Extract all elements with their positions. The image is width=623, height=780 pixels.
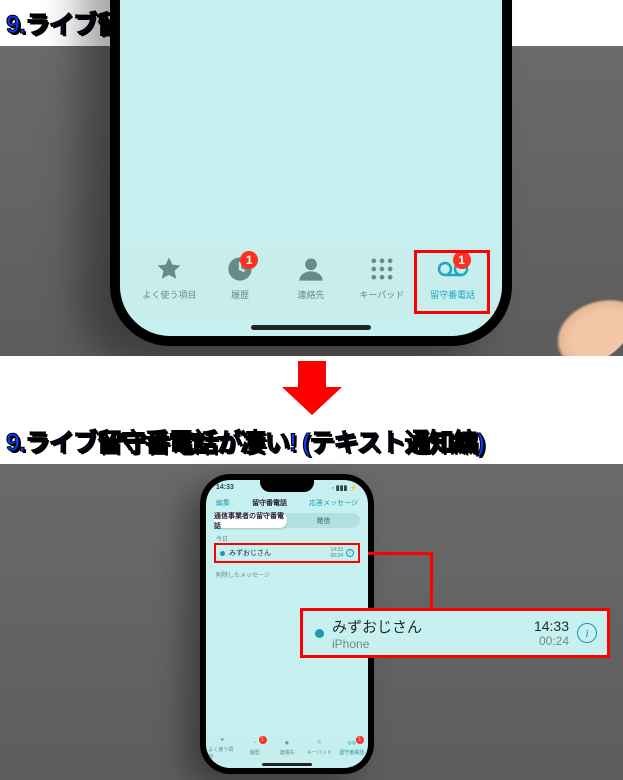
status-icons: ◦ ▮▮▮ ⚡ — [331, 484, 358, 492]
callout-meta: 14:33 00:24 — [534, 618, 569, 648]
tab2-contacts[interactable]: ◉連絡先 — [273, 738, 301, 756]
voicemail-name: みずおじさん — [229, 548, 330, 558]
phone2-tabbar: ★よく使う項目 ◔1履歴 ◉連絡先 ⠿キーパッド ◎◎1留守番電話 — [206, 732, 368, 762]
tab-label: 連絡先 — [297, 288, 324, 301]
person-icon — [295, 253, 327, 285]
section-deleted: 削除したメッセージ — [216, 570, 270, 579]
callout-voicemail-row: みずおじさん iPhone 14:33 00:24 i — [300, 608, 610, 658]
tab2-keypad[interactable]: ⠿キーパッド — [305, 738, 333, 756]
tab-label: 留守番電話 — [339, 749, 364, 756]
tab-label: よく使う項目 — [208, 746, 236, 760]
nav-title: 留守番電話 — [252, 498, 287, 508]
phone-top-screen: よく使う項目 1 履歴 連絡先 — [120, 0, 502, 336]
status-time: 14:33 — [216, 484, 234, 492]
status-bar: 14:33 ◦ ▮▮▮ ⚡ — [216, 484, 358, 492]
tab-favorites[interactable]: よく使う項目 — [137, 253, 201, 301]
callout-name-block: みずおじさん iPhone — [332, 616, 534, 651]
home-indicator[interactable] — [262, 763, 312, 766]
voicemail-meta: 14:33 00:24 — [330, 547, 343, 559]
stage-top: よく使う項目 1 履歴 連絡先 — [0, 46, 623, 356]
keypad-icon — [366, 253, 398, 285]
callout-duration: 00:24 — [539, 634, 569, 648]
unread-dot-icon — [315, 629, 324, 638]
tab-recents[interactable]: 1 履歴 — [208, 253, 272, 301]
nav-bar: 編集 留守番電話 応答メッセージ — [206, 498, 368, 508]
nav-greeting-button[interactable]: 応答メッセージ — [309, 498, 358, 508]
unread-dot-icon — [220, 551, 225, 556]
arrow-gap — [0, 356, 623, 418]
home-indicator[interactable] — [251, 325, 371, 330]
connector-line — [368, 552, 430, 555]
tab-contacts[interactable]: 連絡先 — [279, 253, 343, 301]
tab-label: キーパッド — [307, 749, 332, 756]
tab2-recents[interactable]: ◔1履歴 — [241, 738, 269, 756]
keypad-icon: ⠿ — [314, 738, 324, 748]
callout-sub: iPhone — [332, 637, 534, 651]
voicemail-duration: 00:24 — [330, 553, 343, 559]
phone-top: よく使う項目 1 履歴 連絡先 — [110, 0, 512, 346]
seg-call[interactable]: 発信 — [287, 513, 360, 528]
nav-edit-button[interactable]: 編集 — [216, 498, 230, 508]
title-bar-mid: 9.ライブ留守番電話が凄い! (テキスト通知編) — [0, 418, 623, 464]
voicemail-row[interactable]: みずおじさん 14:33 00:24 i — [214, 543, 360, 563]
badge: 1 — [356, 736, 364, 744]
tab-label: 連絡先 — [279, 749, 294, 756]
section-today: 今日 — [216, 534, 228, 543]
callout-time: 14:33 — [534, 618, 569, 634]
tab-label: よく使う項目 — [142, 288, 196, 301]
callout-name: みずおじさん — [332, 616, 534, 637]
star-icon: ★ — [217, 735, 227, 745]
info-icon[interactable]: i — [346, 549, 354, 557]
person-icon: ◉ — [282, 738, 292, 748]
seg-carrier[interactable]: 通信事業者の留守番電話 — [214, 513, 287, 528]
tab-keypad[interactable]: キーパッド — [350, 253, 414, 301]
star-icon — [153, 253, 185, 285]
tab-label: 履歴 — [231, 288, 249, 301]
highlight-box-voicemail-tab — [414, 250, 490, 314]
info-icon[interactable]: i — [577, 623, 597, 643]
tab-label: 履歴 — [250, 749, 260, 756]
connector-line — [430, 552, 433, 608]
title-text-mid: 9.ライブ留守番電話が凄い! (テキスト通知編) — [6, 423, 484, 459]
tab2-voicemail[interactable]: ◎◎1留守番電話 — [338, 738, 366, 756]
badge: 1 — [259, 736, 267, 744]
segmented-control[interactable]: 通信事業者の留守番電話 発信 — [214, 513, 360, 528]
tab-label: キーパッド — [359, 288, 404, 301]
tab2-favorites[interactable]: ★よく使う項目 — [208, 735, 236, 760]
